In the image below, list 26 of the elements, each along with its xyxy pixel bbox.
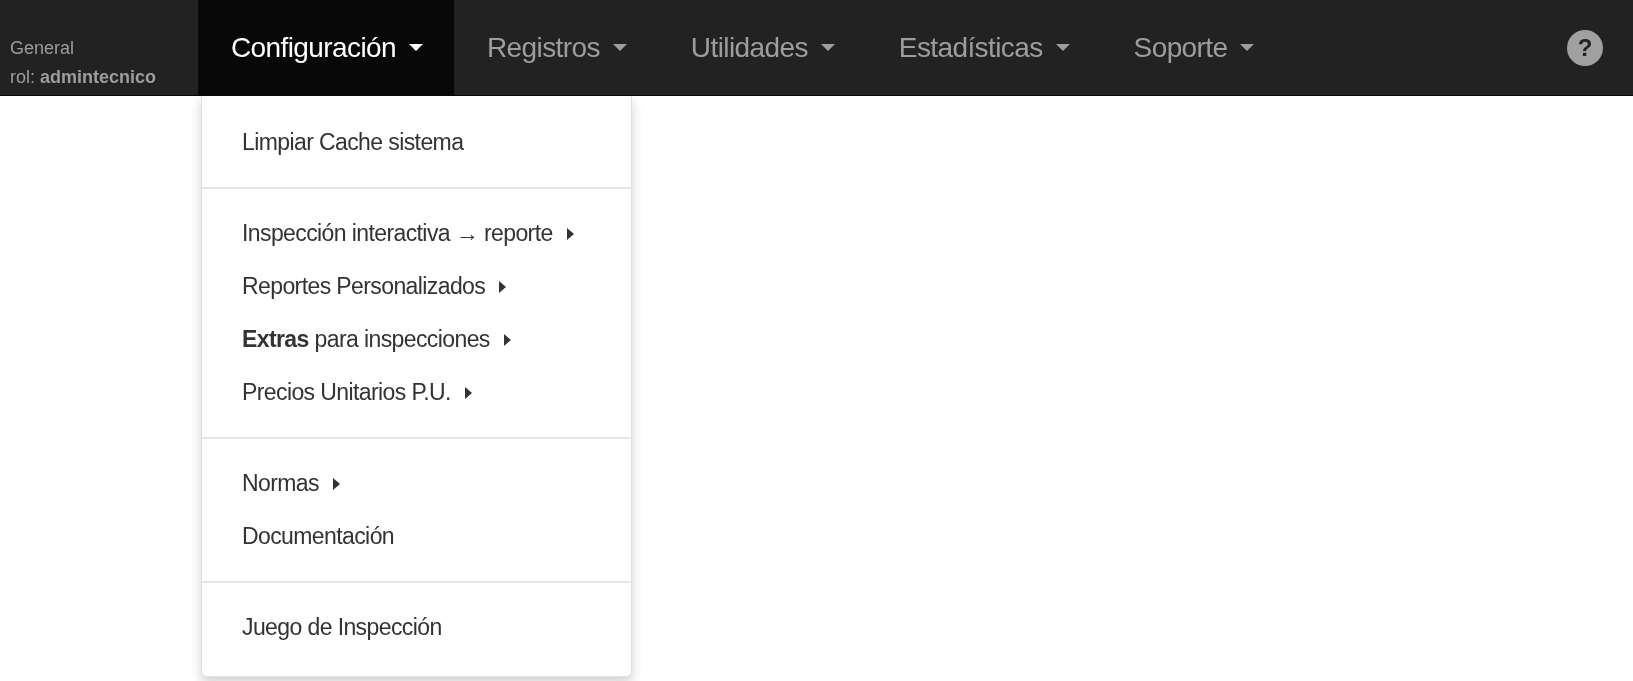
menu-item[interactable]: Normas (202, 457, 631, 510)
menu-item[interactable]: Juego de Inspección (202, 601, 631, 654)
menu-item[interactable]: Inspección interactiva → reporte (202, 207, 631, 260)
nav-tab[interactable]: Configuración (198, 0, 454, 95)
caret-right-icon (332, 477, 340, 490)
help-button[interactable]: ? (1567, 29, 1603, 66)
brand-label: General (10, 37, 76, 60)
menu-item[interactable]: Reportes Personalizados (202, 260, 631, 313)
role-label: rol: admintecnico (10, 66, 158, 89)
nav-tab[interactable]: Soporte (1100, 0, 1286, 95)
nav-tab[interactable]: Estadísticas (865, 0, 1101, 95)
menu-item[interactable]: Extras para inspecciones (202, 313, 631, 366)
menu-item[interactable]: Documentación (202, 510, 631, 563)
caret-icon (409, 43, 423, 52)
nav-tab[interactable]: Registros (454, 0, 658, 95)
nav-tab[interactable]: Utilidades (657, 0, 866, 95)
menu-item[interactable]: Limpiar Cache sistema (202, 116, 631, 169)
caret-right-icon (503, 333, 511, 346)
caret-icon (1055, 43, 1070, 52)
caret-icon (1240, 43, 1255, 52)
caret-icon (820, 43, 835, 52)
caret-right-icon (499, 280, 507, 293)
caret-icon (612, 43, 627, 52)
menu-item[interactable]: Precios Unitarios P.U. (202, 366, 631, 419)
caret-right-icon (464, 386, 472, 399)
caret-right-icon (566, 227, 574, 240)
